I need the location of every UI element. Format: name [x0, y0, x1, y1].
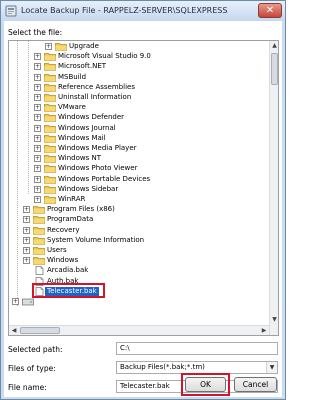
close-button[interactable]: ✕ — [258, 3, 282, 18]
tree-item-label: Uninstall Information — [58, 93, 132, 101]
scroll-down-icon[interactable]: ▼ — [270, 315, 278, 325]
folder-icon — [33, 205, 45, 215]
expand-icon[interactable]: + — [34, 165, 41, 173]
folder-icon — [33, 215, 45, 225]
folder-icon — [33, 236, 45, 245]
expand-icon[interactable]: + — [34, 53, 41, 61]
dialog-client-area: Select the file: + Upgrade + Microsoft Visu… — [4, 21, 282, 397]
app-icon — [5, 5, 17, 17]
expand-icon[interactable]: + — [23, 216, 30, 224]
title-bar[interactable]: Locate Backup File - RAPPELZ-SERVER\SQLE… — [1, 1, 285, 21]
folder-icon — [44, 93, 56, 102]
tree-item-label: Upgrade — [69, 42, 99, 50]
tree-item-label: WinRAR — [58, 195, 86, 203]
tree-item-label: VMware — [58, 103, 86, 112]
tree-item-label: Windows Portable Devices — [58, 174, 151, 183]
tree-item-label: Microsoft.NET — [58, 62, 107, 71]
expand-icon[interactable]: + — [45, 43, 52, 50]
chevron-down-icon[interactable]: ▼ — [266, 362, 277, 373]
expand-icon[interactable]: + — [34, 145, 41, 152]
expand-icon[interactable]: + — [34, 175, 41, 183]
file-name-label: File name: — [8, 383, 47, 392]
tree-item-label: Program Files (x86) — [47, 205, 115, 214]
tree-item-label: Microsoft Visual Studio 9.0 — [58, 52, 151, 61]
folder-icon — [44, 113, 56, 123]
tree-item-label: Reference Assemblies — [58, 82, 135, 91]
expand-icon[interactable]: + — [34, 73, 41, 81]
close-icon: ✕ — [265, 5, 275, 16]
folder-icon — [44, 52, 56, 62]
window-title: Locate Backup File - RAPPELZ-SERVER\SQLE… — [21, 6, 228, 15]
tree-item-label: MSBuild — [58, 72, 87, 81]
folder-icon — [44, 134, 56, 143]
expand-icon[interactable]: + — [12, 298, 19, 305]
folder-icon — [44, 175, 56, 184]
selected-path-value: C:\ — [120, 344, 130, 352]
expand-icon[interactable]: + — [23, 206, 30, 214]
expand-icon[interactable]: + — [34, 155, 41, 163]
expand-icon[interactable]: + — [34, 185, 41, 193]
expand-icon[interactable]: + — [34, 83, 41, 91]
files-of-type-label: Files of type: — [8, 364, 56, 373]
locate-backup-file-dialog: Locate Backup File - RAPPELZ-SERVER\SQLE… — [0, 0, 286, 400]
tree-item-label: Windows — [47, 256, 79, 265]
folder-icon — [33, 246, 45, 255]
vertical-scroll-thumb[interactable] — [271, 53, 278, 85]
folder-icon — [44, 164, 56, 174]
horizontal-scroll-thumb[interactable] — [20, 327, 60, 334]
folder-icon — [44, 195, 56, 204]
expand-icon[interactable]: + — [34, 196, 41, 203]
file-icon — [33, 266, 45, 276]
tree-item-label: Arcadia.bak — [47, 266, 89, 275]
tree-item-label: Windows Media Player — [58, 144, 137, 152]
scroll-up-icon[interactable]: ▲ — [270, 41, 278, 51]
folder-icon — [44, 124, 56, 133]
tree-item-label: Users — [47, 246, 67, 254]
selected-path-label: Selected path: — [8, 345, 63, 354]
expand-icon[interactable]: + — [23, 226, 30, 234]
drive-icon — [22, 297, 34, 306]
ok-button[interactable]: OK — [185, 377, 226, 392]
tree-item-label: Windows Defender — [58, 113, 125, 122]
expand-icon[interactable]: + — [34, 134, 41, 142]
folder-icon — [44, 154, 56, 164]
selected-path-field[interactable]: C:\ — [116, 342, 278, 355]
horizontal-scrollbar[interactable]: ◀ ▶ — [9, 325, 269, 335]
telecaster-highlight-box — [32, 283, 105, 298]
expand-icon[interactable]: + — [34, 94, 41, 101]
vertical-scrollbar[interactable]: ▲ ▼ — [269, 41, 278, 335]
expand-icon[interactable]: + — [23, 236, 30, 244]
files-of-type-value: Backup Files(*.bak;*.tm) — [120, 363, 205, 371]
folder-icon — [33, 256, 45, 266]
cancel-button[interactable]: Cancel — [234, 377, 277, 392]
expand-icon[interactable]: + — [34, 114, 41, 122]
tree-item-label: ProgramData — [47, 215, 94, 224]
tree-item-label: Recovery — [47, 225, 80, 234]
tree-item-label: System Volume Information — [47, 235, 145, 244]
expand-icon[interactable]: + — [34, 63, 41, 71]
folder-icon — [44, 144, 56, 153]
tree-item-label: Windows NT — [58, 154, 101, 163]
expand-icon[interactable]: + — [34, 124, 41, 132]
folder-icon — [33, 226, 45, 235]
tree-item-label: Windows Photo Viewer — [58, 164, 138, 173]
scroll-right-icon[interactable]: ▶ — [259, 326, 269, 335]
tree-item-label: Windows Mail — [58, 133, 106, 142]
expand-icon[interactable]: + — [23, 257, 30, 265]
folder-icon — [44, 83, 56, 92]
folder-icon — [44, 62, 56, 72]
folder-icon — [44, 185, 56, 194]
folder-icon — [44, 73, 56, 82]
tree-item-label: Windows Sidebar — [58, 184, 119, 193]
expand-icon[interactable]: + — [34, 104, 41, 112]
scroll-left-icon[interactable]: ◀ — [9, 326, 19, 335]
select-file-label: Select the file: — [8, 28, 63, 37]
tree-item-label: Windows Journal — [58, 123, 116, 132]
folder-icon — [44, 103, 56, 113]
expand-icon[interactable]: + — [23, 247, 30, 254]
file-name-value: Telecaster.bak — [120, 382, 170, 390]
folder-icon — [55, 42, 67, 51]
